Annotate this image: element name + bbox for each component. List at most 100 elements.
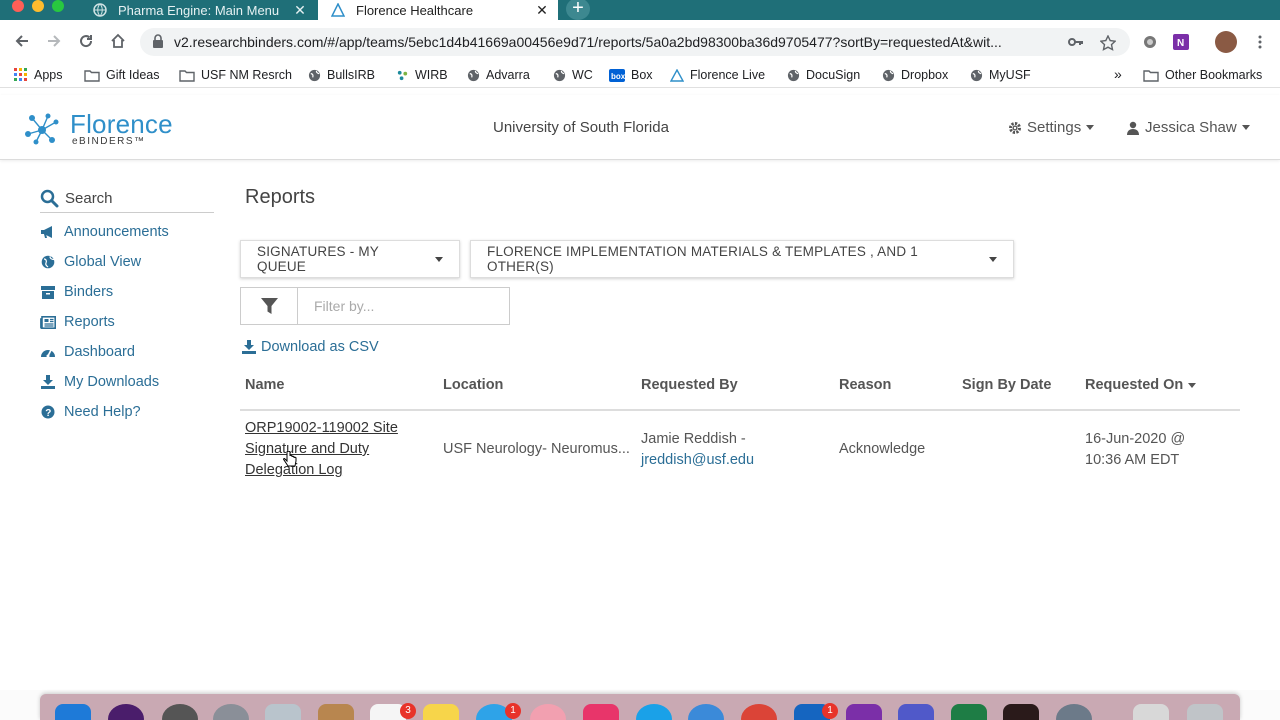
acrobat-icon[interactable] <box>1003 704 1039 720</box>
trash-icon[interactable] <box>1187 704 1223 720</box>
maximize-window-button[interactable] <box>52 0 64 12</box>
bookmark-gift-ideas[interactable]: Gift Ideas <box>84 68 160 82</box>
onenote-extension-icon[interactable]: N <box>1173 34 1189 50</box>
tab-florence-healthcare[interactable]: Florence Healthcare ✕ <box>318 0 558 20</box>
column-header-requested-on[interactable]: Requested On <box>1085 377 1197 393</box>
sidebar-nav: Search Announcements Global View Binders… <box>40 185 214 427</box>
close-tab-icon[interactable]: ✕ <box>532 2 552 19</box>
sidebar-item-global-view[interactable]: Global View <box>40 247 214 277</box>
archive-icon <box>40 285 56 299</box>
onenote-icon[interactable] <box>846 704 882 720</box>
sidebar-item-label: Reports <box>64 314 115 330</box>
newspaper-icon <box>40 315 56 329</box>
bookmark-label: MyUSF <box>989 68 1031 82</box>
minimize-window-button[interactable] <box>32 0 44 12</box>
forward-icon[interactable] <box>45 33 63 51</box>
report-type-dropdown[interactable]: SIGNATURES - MY QUEUE <box>240 240 460 278</box>
music-icon[interactable] <box>583 704 619 720</box>
sidebar-item-binders[interactable]: Binders <box>40 277 214 307</box>
bookmark-myusf[interactable]: MyUSF <box>970 68 1031 82</box>
tab-pharma-engine[interactable]: Pharma Engine: Main Menu ✕ <box>80 0 316 20</box>
document-name-link[interactable]: ORP19002-119002 Site Signature and Duty … <box>245 418 425 481</box>
column-header-sign-by-date[interactable]: Sign By Date <box>962 377 1051 393</box>
location-cell: USF Neurology- Neuromus... <box>443 441 630 457</box>
browser-tabstrip: Pharma Engine: Main Menu ✕ Florence Heal… <box>0 0 1280 20</box>
tab-title: Pharma Engine: Main Menu <box>118 2 280 18</box>
bookmark-florence-live[interactable]: Florence Live <box>670 68 765 82</box>
key-icon[interactable] <box>1068 35 1084 54</box>
finder-icon[interactable] <box>55 704 91 720</box>
extension-icon[interactable] <box>1142 34 1158 50</box>
download-csv-link[interactable]: Download as CSV <box>242 339 379 355</box>
svg-text:N: N <box>1177 38 1184 49</box>
bookmark-docusign[interactable]: DocuSign <box>787 68 860 82</box>
filter-button[interactable] <box>241 288 298 324</box>
bookmark-label: WC <box>572 68 593 82</box>
column-header-name[interactable]: Name <box>245 377 285 393</box>
home-icon[interactable] <box>109 33 127 51</box>
bookmark-advarra[interactable]: Advarra <box>467 68 530 82</box>
sidebar-item-label: Announcements <box>64 224 169 240</box>
teams-icon[interactable] <box>898 704 934 720</box>
settings-dropdown[interactable]: Settings <box>1008 119 1095 136</box>
filter-input[interactable] <box>298 288 509 324</box>
sidebar-item-my-downloads[interactable]: My Downloads <box>40 367 214 397</box>
mail-icon[interactable] <box>265 704 301 720</box>
sidebar-search[interactable]: Search <box>40 185 214 213</box>
bookmark-usf-nm-resrch[interactable]: USF NM Resrch <box>179 68 292 82</box>
bookmark-wirb[interactable]: WIRB <box>396 68 448 82</box>
globe-icon <box>92 2 108 18</box>
sidebar-item-reports[interactable]: Reports <box>40 307 214 337</box>
search-icon <box>40 189 59 208</box>
download-icon <box>242 340 256 354</box>
chrome-menu-icon[interactable] <box>1252 34 1268 50</box>
dashboard-icon <box>40 345 56 359</box>
florence-ebinders-logo[interactable]: Florence eBINDERS™ <box>22 109 173 150</box>
bookmarks-overflow-button[interactable]: » <box>1114 66 1122 82</box>
bookmark-label: DocuSign <box>806 68 861 82</box>
globe-icon <box>467 69 480 82</box>
sidebar-item-need-help[interactable]: ? Need Help? <box>40 397 214 427</box>
sort-desc-icon <box>1188 382 1197 388</box>
browser-toolbar: v2.researchbinders.com/#/app/teams/5ebc1… <box>0 20 1280 64</box>
reload-icon[interactable] <box>77 33 95 51</box>
bookmark-label: USF NM Resrch <box>201 68 292 82</box>
bookmark-other-bookmarks[interactable]: Other Bookmarks <box>1143 68 1262 82</box>
bookmark-bullsirb[interactable]: BullsIRB <box>308 68 375 82</box>
requester-email-link[interactable]: jreddish@usf.edu <box>641 452 754 468</box>
column-header-reason[interactable]: Reason <box>839 377 891 393</box>
contacts-icon[interactable] <box>318 704 354 720</box>
new-tab-button[interactable]: + <box>566 0 590 20</box>
gear-icon <box>1008 121 1022 135</box>
notes-icon[interactable] <box>423 704 459 720</box>
bookmark-star-icon[interactable] <box>1099 34 1117 56</box>
caret-down-icon <box>1241 125 1250 130</box>
excel-icon[interactable] <box>951 704 987 720</box>
close-window-button[interactable] <box>12 0 24 12</box>
question-circle-icon: ? <box>40 405 56 419</box>
column-header-location[interactable]: Location <box>443 377 503 393</box>
column-header-requested-by[interactable]: Requested By <box>641 377 738 393</box>
sidebar-item-announcements[interactable]: Announcements <box>40 217 214 247</box>
scope-label: FLORENCE IMPLEMENTATION MATERIALS & TEMP… <box>487 244 918 274</box>
sidebar-item-label: Need Help? <box>64 404 141 420</box>
globe-icon <box>882 69 895 82</box>
bookmark-label: Florence Live <box>690 68 766 82</box>
bookmark-box[interactable]: box Box <box>609 68 653 82</box>
close-tab-icon[interactable]: ✕ <box>290 2 310 19</box>
bookmark-dropbox[interactable]: Dropbox <box>882 68 948 82</box>
bookmark-wc[interactable]: WC <box>553 68 593 82</box>
globe-icon <box>308 69 321 82</box>
url-text: v2.researchbinders.com/#/app/teams/5ebc1… <box>174 34 1002 50</box>
address-bar[interactable]: v2.researchbinders.com/#/app/teams/5ebc1… <box>140 28 1130 56</box>
globe-icon <box>553 69 566 82</box>
calendar-badge: 3 <box>400 703 416 719</box>
scope-dropdown[interactable]: FLORENCE IMPLEMENTATION MATERIALS & TEMP… <box>470 240 1014 278</box>
documents-folder-icon[interactable] <box>1133 704 1169 720</box>
user-menu-dropdown[interactable]: Jessica Shaw <box>1127 119 1250 136</box>
bookmark-label: Gift Ideas <box>106 68 160 82</box>
profile-avatar[interactable] <box>1215 31 1237 53</box>
back-icon[interactable] <box>13 33 31 51</box>
sidebar-item-dashboard[interactable]: Dashboard <box>40 337 214 367</box>
bookmark-apps[interactable]: Apps <box>14 68 63 82</box>
